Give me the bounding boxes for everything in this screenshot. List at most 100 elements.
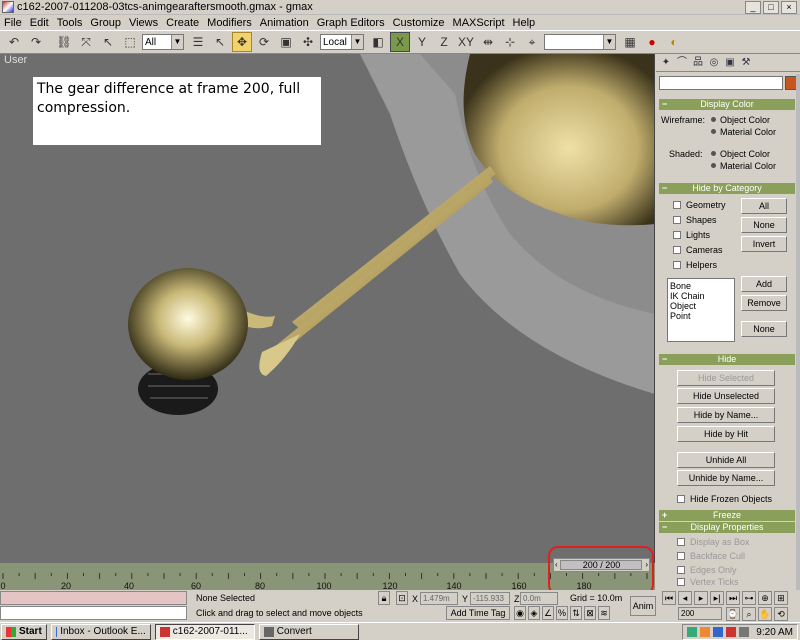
viewport-nav-icon[interactable]: ◉ [514, 606, 526, 620]
utilities-tab-icon[interactable]: ⚒ [738, 56, 754, 70]
hide-frozen-checkbox[interactable]: Hide Frozen Objects [677, 492, 772, 505]
none-list-button[interactable]: None [741, 321, 787, 337]
hierarchy-tab-icon[interactable]: 品 [690, 56, 706, 70]
play-icon[interactable]: ▸ [694, 591, 708, 605]
pivot-center-icon[interactable]: ◧ [368, 32, 388, 52]
taskbar-item-convert[interactable]: Convert [258, 623, 359, 640]
axis-x-button[interactable]: X [390, 32, 410, 52]
viewport-label[interactable]: User [4, 54, 27, 66]
select-region-icon[interactable]: ⬚ [120, 32, 140, 52]
menu-create[interactable]: Create [162, 17, 203, 29]
taskbar-item-gmax[interactable]: c162-2007-011... [154, 623, 255, 640]
select-rotate-icon[interactable]: ↖ [210, 32, 230, 52]
time-config-icon[interactable]: ⌚ [726, 607, 740, 621]
selection-filter-dropdown[interactable]: All ▼ [142, 34, 184, 50]
helpers-checkbox[interactable]: Helpers [673, 258, 717, 271]
render-icon[interactable]: ● [642, 32, 662, 52]
hide-by-hit-button[interactable]: Hide by Hit [677, 426, 775, 442]
key-mode-icon[interactable]: ⊶ [742, 591, 756, 605]
menu-graph-editors[interactable]: Graph Editors [313, 17, 389, 29]
display-color-header[interactable]: − Display Color [659, 99, 795, 110]
maxscript-input-mini[interactable] [0, 606, 187, 620]
spinner-snap-icon[interactable]: ⇅ [570, 606, 582, 620]
menu-views[interactable]: Views [125, 17, 162, 29]
display-as-box-checkbox[interactable]: Display as Box [677, 535, 750, 548]
pivot-icon[interactable]: ✣ [298, 32, 318, 52]
go-to-end-icon[interactable]: ⏭ [726, 591, 740, 605]
wireframe-material-color-radio[interactable]: Material Color [711, 125, 776, 138]
display-properties-header[interactable]: − Display Properties [659, 522, 795, 533]
minimize-button[interactable]: _ [745, 0, 761, 14]
link-icon[interactable]: ⛓ [54, 32, 74, 52]
all-button[interactable]: All [741, 198, 787, 214]
invert-button[interactable]: Invert [741, 236, 787, 252]
menu-maxscript[interactable]: MAXScript [449, 17, 509, 29]
undo-icon[interactable]: ↶ [4, 32, 24, 52]
none-button[interactable]: None [741, 217, 787, 233]
render-scene-icon[interactable]: ◐ [664, 32, 684, 52]
hide-header[interactable]: − Hide [659, 354, 795, 365]
list-item[interactable]: Point [670, 311, 732, 321]
freeze-header[interactable]: + Freeze [659, 510, 795, 521]
menu-tools[interactable]: Tools [53, 17, 87, 29]
menu-group[interactable]: Group [86, 17, 125, 29]
material-editor-icon[interactable]: ▦ [620, 32, 640, 52]
network-icon[interactable] [687, 627, 698, 637]
go-to-start-icon[interactable]: ⏮ [662, 591, 676, 605]
angle-snap-icon[interactable]: ∠ [542, 606, 554, 620]
rotate-icon[interactable]: ⟳ [254, 32, 274, 52]
hide-by-name-button[interactable]: Hide by Name... [677, 407, 775, 423]
zoom-icon[interactable]: ⌕ [742, 607, 756, 621]
shaded-material-color-radio[interactable]: Material Color [711, 159, 776, 172]
arc-rotate-icon[interactable]: ⟲ [774, 607, 788, 621]
lights-checkbox[interactable]: Lights [673, 228, 710, 241]
named-selection-dropdown[interactable]: ▼ [544, 34, 616, 50]
add-time-tag-button[interactable]: Add Time Tag [446, 606, 510, 620]
motion-tab-icon[interactable]: ◎ [706, 56, 722, 70]
unlink-icon[interactable]: ⤧ [76, 32, 96, 52]
current-frame-field[interactable]: 200 [678, 607, 722, 620]
mirror-icon[interactable]: ⇹ [478, 32, 498, 52]
degradation-icon[interactable]: ≋ [598, 606, 610, 620]
coord-system-dropdown[interactable]: Local ▼ [320, 34, 364, 50]
absolute-mode-icon[interactable]: ⊡ [396, 591, 408, 605]
y-coordinate-field[interactable]: -115.933 [470, 592, 510, 605]
start-button[interactable]: Start [1, 623, 47, 640]
clock[interactable]: 9:20 AM [756, 627, 793, 638]
menu-customize[interactable]: Customize [389, 17, 449, 29]
menu-edit[interactable]: Edit [26, 17, 53, 29]
axis-y-button[interactable]: Y [412, 32, 432, 52]
hide-unselected-button[interactable]: Hide Unselected [677, 388, 775, 404]
tray-app-icon[interactable] [700, 627, 711, 637]
x-coordinate-field[interactable]: 1.479m [420, 592, 458, 605]
lock-selection-icon[interactable]: 🔒︎ [378, 591, 390, 605]
add-button[interactable]: Add [741, 276, 787, 292]
maximize-button[interactable]: □ [763, 0, 779, 14]
hide-selected-button[interactable]: Hide Selected [677, 370, 775, 386]
backface-cull-checkbox[interactable]: Backface Cull [677, 549, 745, 562]
select-object-icon[interactable]: ↖ [98, 32, 118, 52]
object-name-field[interactable] [659, 76, 783, 90]
maxscript-listener-mini[interactable] [0, 591, 187, 605]
zoom-extents-icon[interactable]: ⊞ [774, 591, 788, 605]
list-item[interactable]: Bone [670, 281, 732, 291]
vertex-ticks-checkbox[interactable]: Vertex Ticks [677, 577, 739, 587]
scale-icon[interactable]: ▣ [276, 32, 296, 52]
panel-scrollbar[interactable] [796, 74, 800, 590]
edges-only-checkbox[interactable]: Edges Only [677, 563, 737, 576]
pan-icon[interactable]: ✋ [758, 607, 772, 621]
modify-tab-icon[interactable]: ⌒ [674, 56, 690, 70]
taskbar-item-outlook[interactable]: Inbox - Outlook E... [50, 623, 151, 640]
volume-icon[interactable] [713, 627, 724, 637]
snap-toggle-icon[interactable]: ◈ [528, 606, 540, 620]
geometry-checkbox[interactable]: Geometry [673, 198, 726, 211]
tray-misc-icon[interactable] [739, 627, 750, 637]
unhide-all-button[interactable]: Unhide All [677, 452, 775, 468]
menu-animation[interactable]: Animation [256, 17, 313, 29]
redo-icon[interactable]: ↷ [26, 32, 46, 52]
crossing-icon[interactable]: ⊠ [584, 606, 596, 620]
create-tab-icon[interactable]: ✦ [658, 56, 674, 70]
axis-xy-button[interactable]: XY [456, 32, 476, 52]
axis-z-button[interactable]: Z [434, 32, 454, 52]
display-tab-icon[interactable]: ▣ [722, 56, 738, 70]
